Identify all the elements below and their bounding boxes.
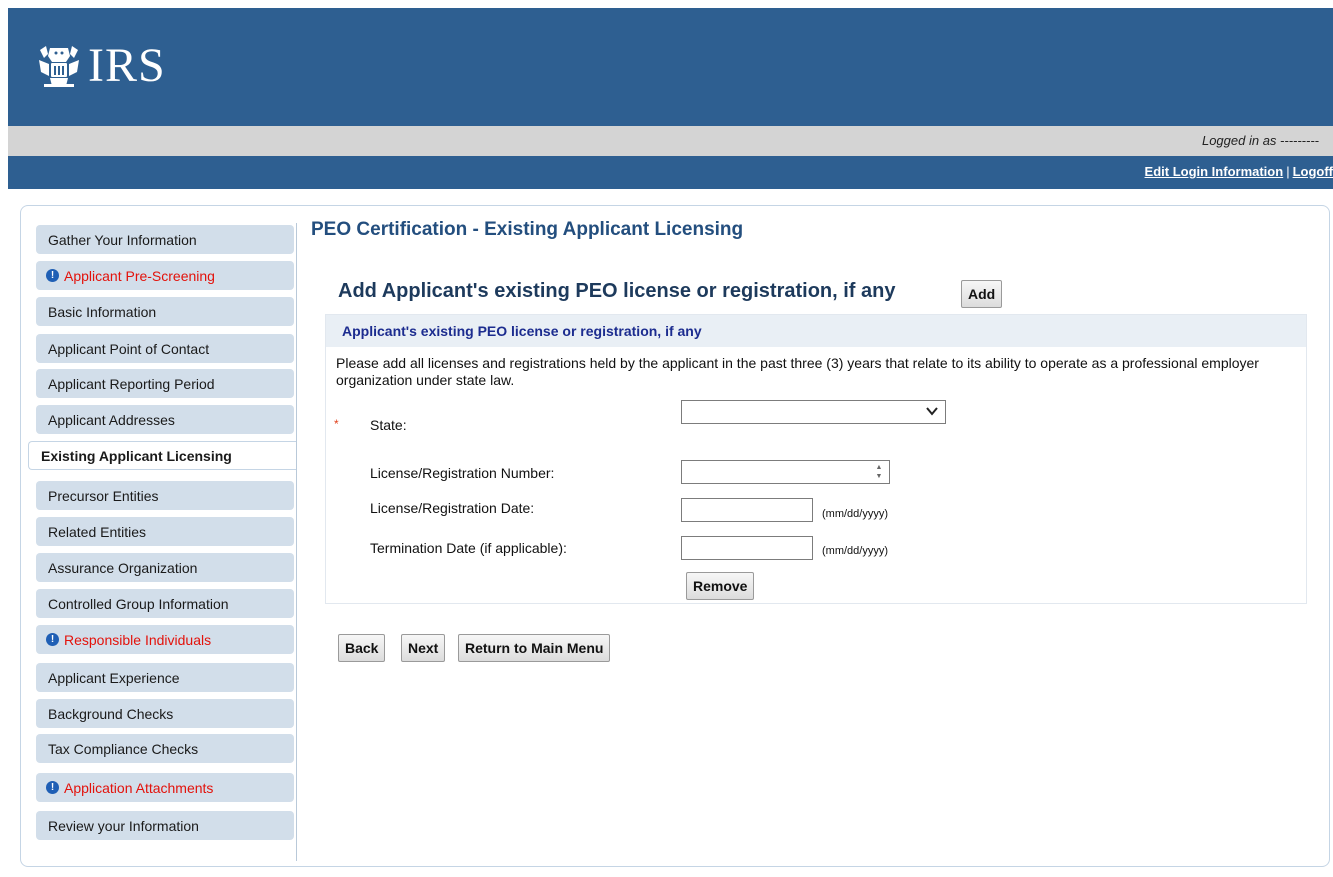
state-label: State:: [370, 417, 407, 433]
chevron-down-icon: [926, 407, 938, 416]
sidebar-item-background-checks[interactable]: Background Checks: [36, 699, 294, 728]
sidebar-item-applicant-point-of-contact[interactable]: Applicant Point of Contact: [36, 334, 294, 363]
sidebar-item-label: Assurance Organization: [48, 559, 198, 576]
sidebar-item-label: Gather Your Information: [48, 231, 197, 248]
account-links: Edit Login Information | Logoff: [1145, 164, 1333, 179]
required-marker: *: [334, 417, 339, 431]
sidebar-item-label: Existing Applicant Licensing: [41, 447, 232, 464]
sidebar-item-related-entities[interactable]: Related Entities: [36, 517, 294, 546]
sidebar-item-applicant-addresses[interactable]: Applicant Addresses: [36, 405, 294, 434]
sidebar-item-existing-applicant-licensing[interactable]: Existing Applicant Licensing: [28, 441, 296, 470]
license-date-field[interactable]: [681, 498, 813, 522]
login-status-bar: Logged in as ---------: [8, 126, 1333, 156]
sidebar-item-label: Applicant Pre-Screening: [64, 267, 215, 284]
state-select[interactable]: [681, 400, 946, 424]
sidebar-item-gather-your-information[interactable]: Gather Your Information: [36, 225, 294, 254]
panel-description: Please add all licenses and registration…: [336, 355, 1259, 388]
exclamation-circle-icon: !: [46, 269, 59, 282]
irs-logo[interactable]: IRS: [36, 36, 166, 96]
page-title: PEO Certification - Existing Applicant L…: [311, 219, 744, 240]
logo-text: IRS: [88, 39, 166, 92]
site-header: IRS: [8, 8, 1333, 126]
panel-header-title: Applicant's existing PEO license or regi…: [342, 323, 702, 339]
logged-in-as: Logged in as ---------: [1201, 133, 1319, 148]
sidebar-item-basic-information[interactable]: Basic Information: [36, 297, 294, 326]
termination-date-hint: (mm/dd/yyyy): [822, 545, 888, 557]
sidebar-item-review-your-information[interactable]: Review your Information: [36, 811, 294, 840]
remove-button[interactable]: Remove: [686, 572, 755, 600]
sidebar-item-label: Applicant Addresses: [48, 411, 175, 428]
termination-date-field[interactable]: [681, 536, 813, 560]
exclamation-circle-icon: !: [46, 781, 59, 794]
return-to-main-menu-button[interactable]: Return to Main Menu: [458, 634, 611, 662]
sidebar-item-applicant-pre-screening[interactable]: ! Applicant Pre-Screening: [36, 261, 294, 290]
license-date-hint: (mm/dd/yyyy): [822, 508, 888, 520]
panel-header: Applicant's existing PEO license or regi…: [326, 315, 1306, 347]
back-button[interactable]: Back: [338, 634, 386, 662]
license-number-field[interactable]: ▲ ▼: [681, 460, 890, 484]
sidebar-item-label: Applicant Experience: [48, 669, 180, 686]
sidebar-item-label: Review your Information: [48, 817, 199, 834]
sidebar-item-label: Applicant Reporting Period: [48, 375, 215, 392]
sidebar-item-label: Basic Information: [48, 303, 157, 320]
license-panel: Applicant's existing PEO license or regi…: [325, 314, 1307, 604]
sidebar-item-label: Background Checks: [48, 705, 174, 722]
sidebar-item-label: Tax Compliance Checks: [48, 740, 199, 757]
sidebar-item-precursor-entities[interactable]: Precursor Entities: [36, 481, 294, 510]
logoff-link[interactable]: Logoff: [1293, 164, 1333, 179]
termination-date-label: Termination Date (if applicable):: [370, 540, 567, 556]
sidebar-nav: Gather Your Information ! Applicant Pre-…: [28, 223, 297, 861]
sidebar-item-label: Applicant Point of Contact: [48, 340, 210, 357]
sidebar-item-responsible-individuals[interactable]: ! Responsible Individuals: [36, 625, 294, 654]
irs-eagle-icon: [39, 46, 79, 87]
sidebar-item-controlled-group-information[interactable]: Controlled Group Information: [36, 589, 294, 618]
sidebar-item-label: Application Attachments: [64, 779, 214, 796]
sidebar-item-label: Precursor Entities: [48, 487, 159, 504]
license-date-label: License/Registration Date:: [370, 500, 535, 516]
sidebar-item-label: Related Entities: [48, 523, 147, 540]
exclamation-circle-icon: !: [46, 633, 59, 646]
next-button[interactable]: Next: [401, 634, 446, 662]
edit-login-link[interactable]: Edit Login Information: [1145, 164, 1284, 179]
license-number-label: License/Registration Number:: [370, 465, 555, 481]
sidebar-item-label: Responsible Individuals: [64, 631, 212, 648]
sidebar-item-application-attachments[interactable]: ! Application Attachments: [36, 773, 294, 802]
sidebar-item-applicant-reporting-period[interactable]: Applicant Reporting Period: [36, 369, 294, 398]
sidebar-item-assurance-organization[interactable]: Assurance Organization: [36, 553, 294, 582]
sidebar-item-tax-compliance-checks[interactable]: Tax Compliance Checks: [36, 734, 294, 763]
add-button[interactable]: Add: [961, 280, 1003, 308]
link-separator: |: [1286, 164, 1290, 179]
spinner-arrows-icon[interactable]: ▲ ▼: [873, 463, 885, 481]
sidebar-item-applicant-experience[interactable]: Applicant Experience: [36, 663, 294, 692]
section-title: Add Applicant's existing PEO license or …: [338, 280, 896, 302]
sidebar-item-label: Controlled Group Information: [48, 595, 229, 612]
account-links-bar: Edit Login Information | Logoff: [8, 156, 1333, 189]
